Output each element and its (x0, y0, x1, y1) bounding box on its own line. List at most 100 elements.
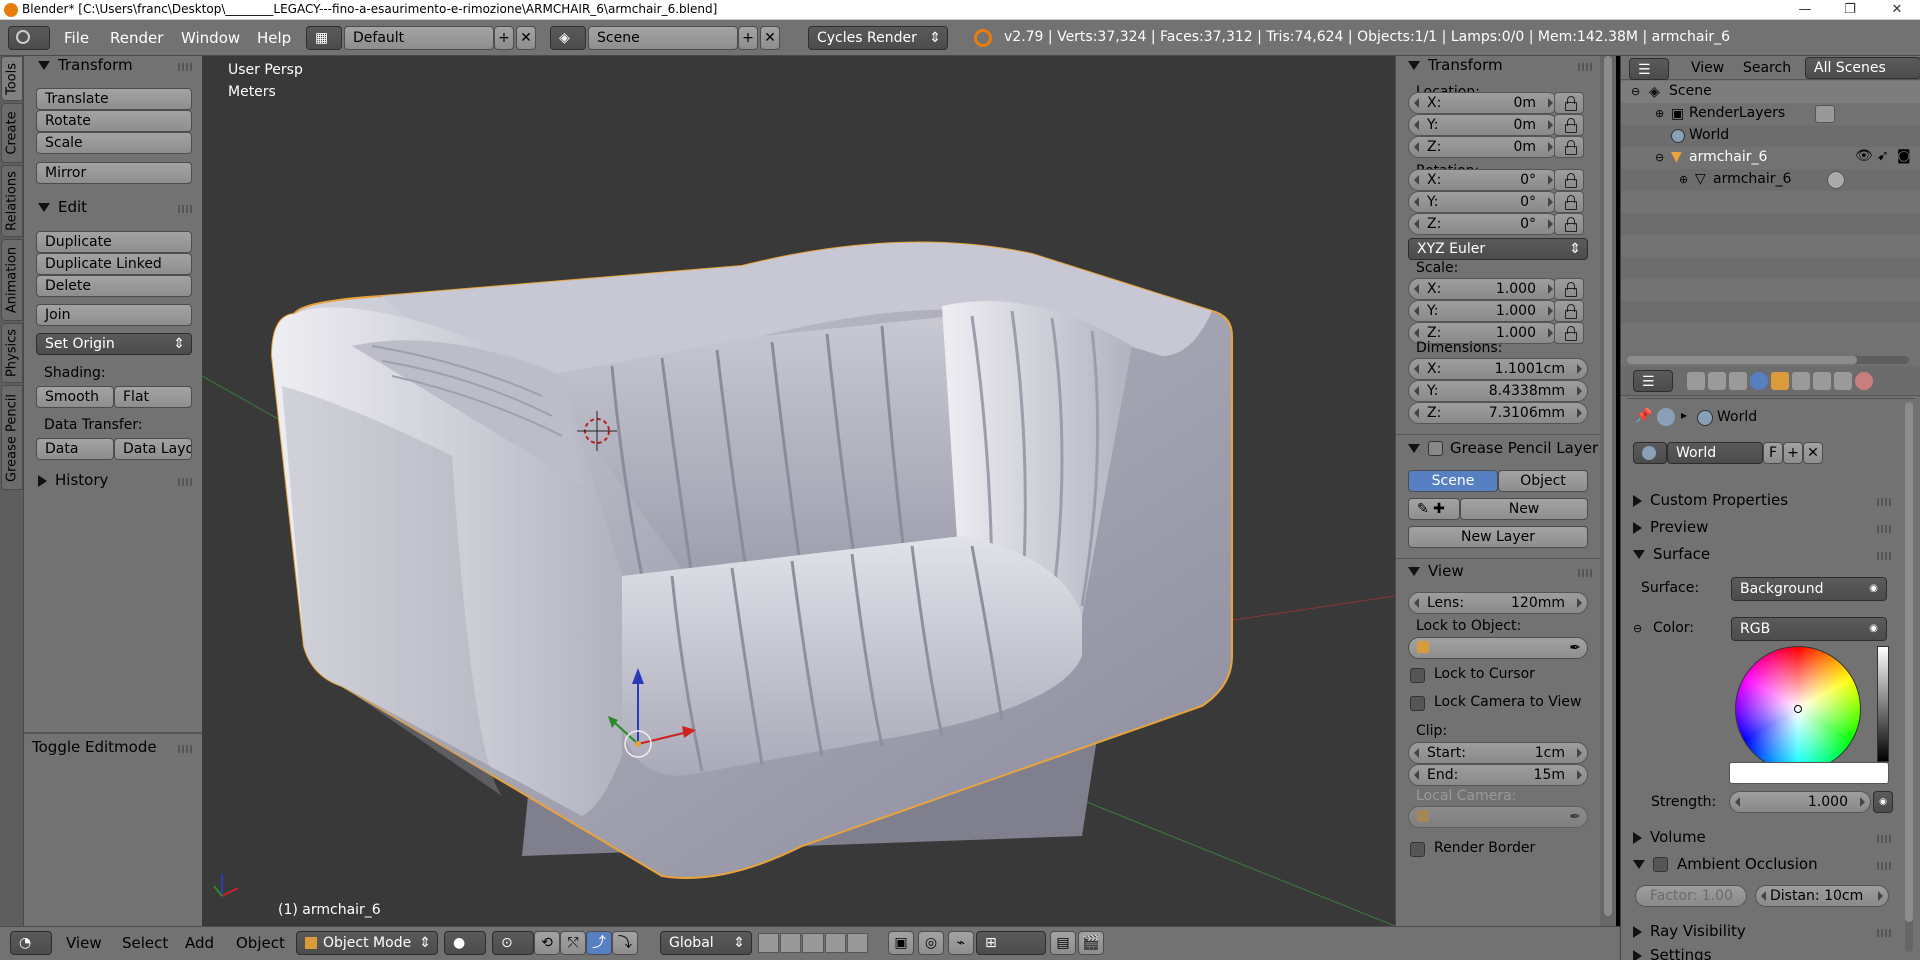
grease-new-button[interactable]: New (1460, 498, 1588, 520)
properties-editor-type-button[interactable]: ☰ (1633, 370, 1673, 392)
renderability-camera-icon[interactable]: ◙ (1897, 148, 1911, 164)
tab-create[interactable]: Create (1, 103, 23, 163)
selectability-cursor-icon[interactable]: ➹ (1877, 148, 1889, 164)
tab-animation[interactable]: Animation (1, 239, 23, 321)
delete-layout-button[interactable]: ✕ (516, 26, 536, 50)
3d-viewport[interactable]: User Persp Meters (1) armchair_6 (202, 56, 1395, 926)
value-slider[interactable] (1877, 646, 1889, 762)
translate-button[interactable]: Translate (36, 88, 192, 110)
outliner-row-scene[interactable]: ⊖ ◈ Scene (1621, 81, 1920, 103)
editor-type-info-button[interactable] (8, 26, 50, 50)
snap-toggle-button[interactable]: ⌁ (948, 931, 974, 955)
ambient-occlusion-header[interactable] (1633, 855, 1653, 873)
lock-location-z-icon[interactable] (1554, 136, 1584, 158)
scene-name-field[interactable]: Scene (588, 26, 738, 50)
menu-select[interactable]: Select (122, 934, 168, 952)
panel-grip-icon[interactable] (178, 745, 192, 753)
data-transfer-button[interactable]: Data (36, 438, 114, 460)
mirror-button[interactable]: Mirror (36, 162, 192, 184)
location-y-field[interactable]: Y: 0m (1408, 114, 1559, 136)
scrollbar-thumb[interactable] (1627, 356, 1857, 364)
modifiers-tab-icon[interactable] (1813, 372, 1831, 390)
layer-button[interactable] (824, 933, 846, 953)
viewport-editor-type-button[interactable]: ◔ (10, 931, 52, 955)
menu-object[interactable]: Object (236, 934, 285, 952)
outliner-display-mode-dropdown[interactable]: All Scenes (1805, 57, 1920, 79)
layer-button[interactable] (802, 933, 824, 953)
rotation-y-field[interactable]: Y: 0° (1408, 191, 1559, 213)
visibility-eye-icon[interactable]: 👁 (1855, 148, 1873, 164)
proportional-editing-button[interactable]: ◎ (918, 931, 944, 955)
pivot-point-dropdown[interactable]: ⊙ (492, 931, 534, 955)
outliner-row-world[interactable]: World (1621, 125, 1920, 147)
surface-shader-dropdown[interactable]: Background ◉ (1731, 577, 1887, 601)
lock-rotation-y-icon[interactable] (1554, 191, 1584, 213)
menu-render[interactable]: Render (110, 29, 163, 47)
panel-grip-icon[interactable] (178, 63, 192, 71)
location-x-field[interactable]: X: 0m (1408, 92, 1559, 114)
panel-grip-icon[interactable] (1877, 835, 1891, 843)
color-socket-toggle-icon[interactable]: ⊖ (1633, 622, 1642, 635)
outliner-row-renderlayers[interactable]: ⊕ ▣ RenderLayers (1621, 103, 1920, 125)
ray-visibility-header[interactable]: Ray Visibility (1633, 922, 1746, 940)
outliner-h-scrollbar[interactable] (1627, 356, 1909, 364)
lock-camera-checkbox[interactable] (1410, 696, 1425, 711)
render-tab-icon[interactable] (1687, 372, 1705, 390)
color-swatch[interactable] (1729, 762, 1889, 784)
world-name-field[interactable]: World (1667, 442, 1763, 464)
settings-header[interactable]: Settings (1633, 946, 1712, 960)
delete-button[interactable]: Delete (36, 275, 192, 297)
toggle-editmode-panel-header[interactable]: Toggle Editmode (12, 738, 157, 756)
properties-region-scrollbar[interactable] (1600, 56, 1616, 926)
outliner-row-mesh[interactable]: ⊕ ▽ armchair_6 (1621, 169, 1920, 191)
lock-scale-y-icon[interactable] (1554, 300, 1584, 322)
lock-location-x-icon[interactable] (1554, 92, 1584, 114)
panel-grip-icon[interactable] (1877, 929, 1891, 937)
smooth-shading-button[interactable]: Smooth (36, 386, 114, 408)
world-browse-button[interactable] (1633, 442, 1667, 464)
lens-field[interactable]: Lens: 120mm (1408, 592, 1588, 614)
grease-pencil-icon-button[interactable]: ✎ ✚ (1408, 498, 1460, 520)
color-picker-handle[interactable] (1794, 705, 1802, 713)
fake-user-button[interactable]: F (1763, 442, 1783, 464)
preview-header[interactable]: Preview (1633, 518, 1708, 536)
new-layer-button[interactable]: New Layer (1408, 526, 1588, 548)
outliner-editor-type-button[interactable]: ☰ (1629, 58, 1669, 80)
grease-pencil-enable-checkbox[interactable] (1428, 441, 1443, 456)
properties-scrollbar[interactable] (1905, 402, 1913, 952)
duplicate-linked-button[interactable]: Duplicate Linked (36, 253, 192, 275)
color-wheel[interactable] (1735, 646, 1861, 772)
lock-scale-z-icon[interactable] (1554, 322, 1584, 344)
render-engine-dropdown[interactable]: Cycles Render ⇕ (808, 26, 948, 50)
duplicate-button[interactable]: Duplicate (36, 231, 192, 253)
tab-relations[interactable]: Relations (1, 165, 23, 237)
rotation-mode-dropdown[interactable]: XYZ Euler ⇕ (1408, 238, 1588, 260)
lock-scene-layers-button[interactable]: ▣ (888, 931, 914, 955)
layout-selector-button[interactable]: ▦ (306, 26, 342, 50)
opengl-animation-button[interactable]: 🎬 (1078, 931, 1104, 955)
panel-grip-icon[interactable] (178, 205, 192, 213)
panel-grip-icon[interactable] (1877, 525, 1891, 533)
strength-socket-button[interactable]: ◉ (1873, 791, 1893, 813)
lock-rotation-x-icon[interactable] (1554, 169, 1584, 191)
material-icon[interactable] (1827, 171, 1845, 189)
panel-grip-icon[interactable] (1877, 498, 1891, 506)
lock-location-y-icon[interactable] (1554, 114, 1584, 136)
outliner-menu-view[interactable]: View (1691, 60, 1724, 76)
render-layers-toggle-icon[interactable] (1815, 105, 1835, 123)
data-layout-button[interactable]: Data Layo (114, 438, 192, 460)
panel-grip-icon[interactable] (1877, 862, 1891, 870)
tab-physics[interactable]: Physics (1, 323, 23, 383)
panel-grip-icon[interactable] (178, 478, 192, 486)
interaction-mode-dropdown[interactable]: Object Mode ⇕ (296, 931, 438, 955)
tab-grease-pencil[interactable]: Grease Pencil (1, 385, 23, 490)
opengl-render-button[interactable]: ▤ (1050, 931, 1076, 955)
n-transform-header[interactable]: Transform (1408, 56, 1503, 74)
grease-object-button[interactable]: Object (1498, 470, 1588, 492)
add-scene-button[interactable]: + (738, 26, 758, 50)
lock-to-cursor-checkbox[interactable] (1410, 668, 1425, 683)
panel-grip-icon[interactable] (1578, 63, 1592, 71)
menu-view[interactable]: View (66, 934, 102, 952)
manipulator-toggle-button[interactable]: ⟲ (534, 931, 560, 955)
delete-scene-button[interactable]: ✕ (760, 26, 780, 50)
